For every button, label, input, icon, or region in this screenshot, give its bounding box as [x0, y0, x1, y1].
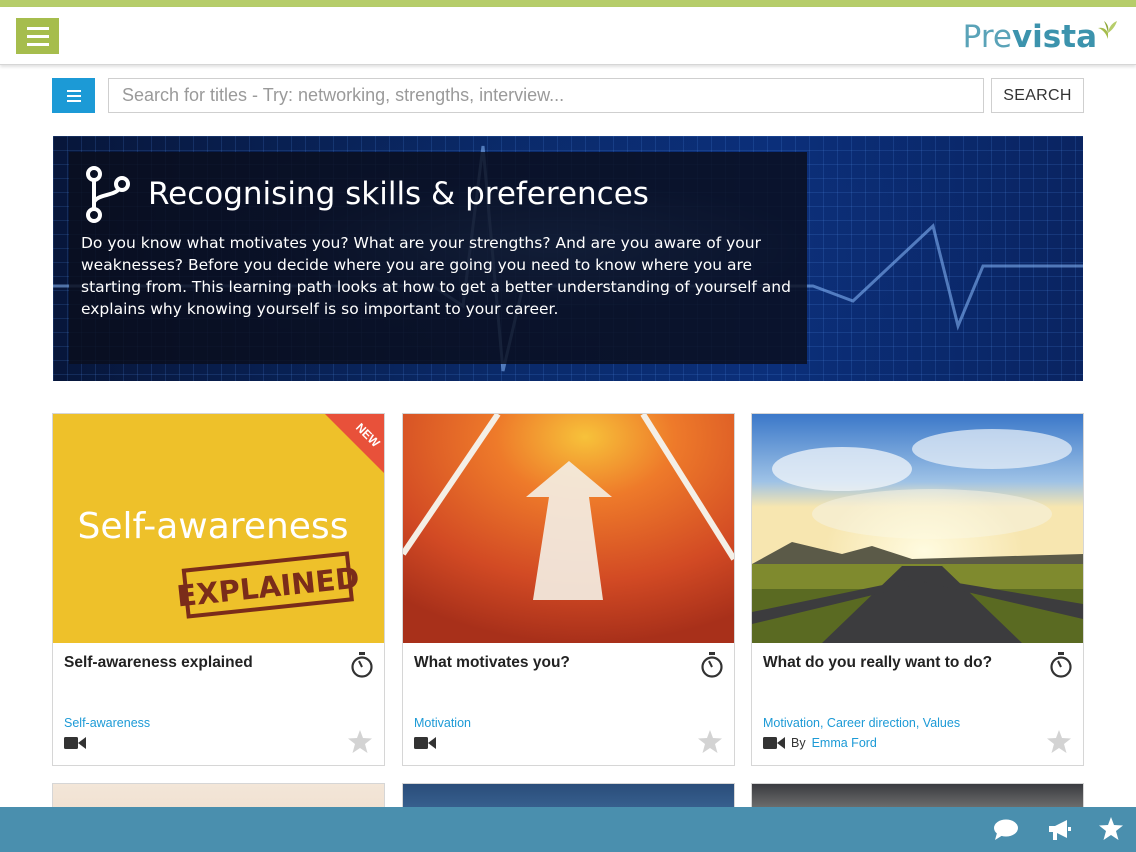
card-tags[interactable]: Self-awareness — [64, 716, 150, 730]
hamburger-menu-button[interactable] — [16, 18, 59, 54]
logo-text-vista: vista — [1011, 19, 1097, 55]
card-meta — [414, 736, 448, 750]
stopwatch-icon — [701, 652, 723, 678]
card-title[interactable]: What do you really want to do? — [763, 654, 992, 672]
card-thumbnail[interactable] — [752, 414, 1083, 643]
learning-path-banner: Recognising skills & preferences Do you … — [53, 136, 1083, 381]
logo-text-pre: Pre — [962, 19, 1012, 55]
card-thumbnail[interactable]: NEW Self-awareness EXPLAINED — [53, 414, 384, 643]
menu-bar — [26, 34, 49, 38]
stopwatch-icon — [1050, 652, 1072, 678]
card-tags[interactable]: Motivation, Career direction, Values — [763, 716, 960, 730]
card-title[interactable]: Self-awareness explained — [64, 654, 253, 672]
card-meta — [64, 736, 98, 750]
thumbnail-title-text: Self-awareness — [78, 506, 349, 547]
card-author-prefix: By — [791, 736, 806, 750]
favourite-star-icon[interactable] — [348, 730, 372, 753]
card-tags[interactable]: Motivation — [414, 716, 471, 730]
learning-path-description: Do you know what motivates you? What are… — [81, 234, 791, 318]
bottom-toolbar — [0, 807, 1136, 852]
card-author[interactable]: Emma Ford — [812, 736, 877, 750]
video-icon — [763, 737, 785, 749]
menu-bar — [26, 26, 49, 30]
menu-bar — [26, 42, 49, 46]
content-card[interactable]: What do you really want to do? Motivatio… — [751, 413, 1084, 766]
filter-bar — [66, 94, 81, 97]
card-meta: By Emma Ford — [763, 736, 877, 750]
megaphone-icon[interactable] — [1047, 818, 1073, 842]
favourite-star-icon[interactable] — [698, 730, 722, 753]
app-header: Pre vista — [0, 7, 1136, 65]
card-thumbnail[interactable] — [403, 414, 734, 643]
running-track-arrow-thumbnail — [403, 414, 734, 643]
content-card[interactable]: NEW Self-awareness EXPLAINED Self-awaren… — [52, 413, 385, 766]
self-awareness-thumbnail: NEW Self-awareness EXPLAINED — [53, 414, 384, 643]
crossroads-landscape-thumbnail — [752, 414, 1083, 643]
video-icon — [414, 737, 436, 749]
chat-icon[interactable] — [993, 819, 1019, 841]
favourite-star-icon[interactable] — [1047, 730, 1071, 753]
prevista-logo[interactable]: Pre vista — [963, 17, 1118, 57]
content-card[interactable]: What motivates you? Motivation — [402, 413, 735, 766]
stopwatch-icon — [351, 652, 373, 678]
star-icon[interactable] — [1099, 817, 1123, 840]
filter-bar — [66, 99, 81, 102]
filter-menu-button[interactable] — [52, 78, 95, 113]
search-bar: SEARCH — [52, 78, 1084, 114]
video-icon — [64, 737, 86, 749]
filter-bar — [66, 89, 81, 92]
top-accent-stripe — [0, 0, 1136, 7]
learning-path-branch-icon — [86, 166, 130, 223]
card-title[interactable]: What motivates you? — [414, 654, 570, 672]
learning-path-title: Recognising skills & preferences — [148, 176, 649, 212]
search-button[interactable]: SEARCH — [991, 78, 1084, 113]
search-input[interactable] — [108, 78, 984, 113]
logo-leaf-icon — [1098, 21, 1117, 39]
